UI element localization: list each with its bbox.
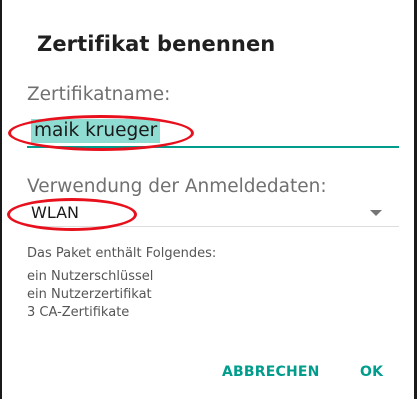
package-item-ca-certificates: 3 CA-Zertifikate bbox=[27, 305, 130, 320]
certificate-name-label: Zertifikatname: bbox=[27, 84, 171, 105]
ok-button[interactable]: OK bbox=[360, 364, 383, 380]
credential-usage-dropdown[interactable]: WLAN bbox=[27, 202, 399, 227]
certificate-name-value[interactable]: maik krueger bbox=[31, 119, 161, 143]
package-contents-title: Das Paket enthält Folgendes: bbox=[27, 246, 217, 261]
credential-usage-value: WLAN bbox=[31, 203, 80, 222]
package-item-user-key: ein Nutzerschlüssel bbox=[27, 269, 154, 284]
dialog-screen: Zertifikat benennen Zertifikatname: maik… bbox=[0, 0, 417, 399]
package-item-user-certificate: ein Nutzerzertifikat bbox=[27, 287, 152, 302]
package-contents-list: ein Nutzerschlüssel ein Nutzerzertifikat… bbox=[27, 268, 153, 322]
dialog-title: Zertifikat benennen bbox=[37, 32, 276, 56]
cancel-button[interactable]: ABBRECHEN bbox=[222, 364, 320, 380]
left-edge bbox=[0, 0, 2, 399]
dropdown-arrow-icon[interactable] bbox=[370, 210, 382, 216]
credential-usage-label: Verwendung der Anmeldedaten: bbox=[27, 176, 327, 197]
